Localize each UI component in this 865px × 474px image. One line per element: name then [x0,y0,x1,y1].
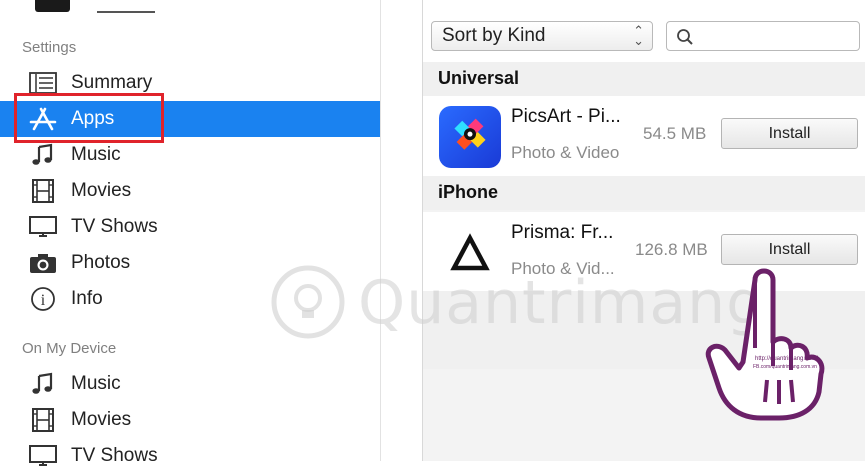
group-title: Universal [438,68,520,88]
group-header-iphone: iPhone [423,176,865,210]
sort-select[interactable]: Sort by Kind ⌃ ⌄ [431,21,653,51]
music-note-icon [28,371,58,397]
sidebar-item-label: Info [71,288,103,309]
sidebar-item-photos[interactable]: Photos [0,245,380,281]
app-size: 54.5 MB [643,124,707,143]
empty-row [423,291,865,369]
install-button[interactable]: Install [721,234,858,265]
sidebar-item-label: Music [71,144,121,165]
device-thumbnail [35,0,155,13]
sidebar-item-label: Music [71,373,121,394]
device-item-tv-shows[interactable]: TV Shows [0,438,380,474]
sidebar-item-info[interactable]: i Info [0,281,380,317]
group-title: iPhone [438,182,499,202]
film-icon [28,407,58,433]
tv-icon [28,214,58,240]
sidebar-item-label: TV Shows [71,445,158,466]
app-name: Prisma: Fr... [511,222,614,243]
sidebar-item-label: Apps [71,108,115,129]
device-item-movies[interactable]: Movies [0,402,380,438]
sidebar-item-label: TV Shows [71,216,158,237]
tv-icon [28,443,58,469]
film-icon [28,178,58,204]
install-button[interactable]: Install [721,118,858,149]
up-down-chevron-icon: ⌃ ⌄ [633,23,644,48]
picsart-app-icon [439,106,501,168]
sidebar-item-apps[interactable]: Apps [0,101,380,137]
info-icon: i [28,286,58,312]
on-my-device-heading: On My Device [22,340,117,357]
group-header-universal: Universal [423,62,865,96]
search-input[interactable] [699,25,853,49]
sidebar: Settings Summary Apps Music Movies TV Sh… [0,0,381,466]
sidebar-item-movies[interactable]: Movies [0,173,380,209]
app-name: PicsArt - Pi... [511,106,621,127]
sidebar-item-music[interactable]: Music [0,137,380,173]
settings-heading: Settings [22,39,77,56]
app-category: Photo & Vid... [511,259,615,278]
sidebar-item-label: Photos [71,252,131,273]
svg-text:i: i [41,292,46,309]
app-row-prisma[interactable]: Prisma: Fr... Photo & Vid... 126.8 MB In… [423,212,865,292]
app-size: 126.8 MB [635,240,708,259]
apps-icon [28,106,58,132]
camera-icon [28,250,58,276]
search-box[interactable] [666,21,860,51]
sort-select-value: Sort by Kind [442,25,546,46]
summary-icon [28,70,58,96]
search-icon [677,29,693,45]
sidebar-item-summary[interactable]: Summary [0,65,380,101]
sidebar-item-label: Movies [71,409,132,430]
toolbar: Sort by Kind ⌃ ⌄ [423,0,865,62]
sidebar-item-label: Summary [71,72,153,93]
app-row-picsart[interactable]: PicsArt - Pi... Photo & Video 54.5 MB In… [423,96,865,176]
app-category: Photo & Video [511,143,620,162]
prisma-app-icon [439,222,501,284]
music-note-icon [28,142,58,168]
sidebar-item-label: Movies [71,180,132,201]
device-item-music[interactable]: Music [0,366,380,402]
apps-panel: Sort by Kind ⌃ ⌄ Universal PicsArt - Pi.… [422,0,865,461]
sidebar-item-tv-shows[interactable]: TV Shows [0,209,380,245]
